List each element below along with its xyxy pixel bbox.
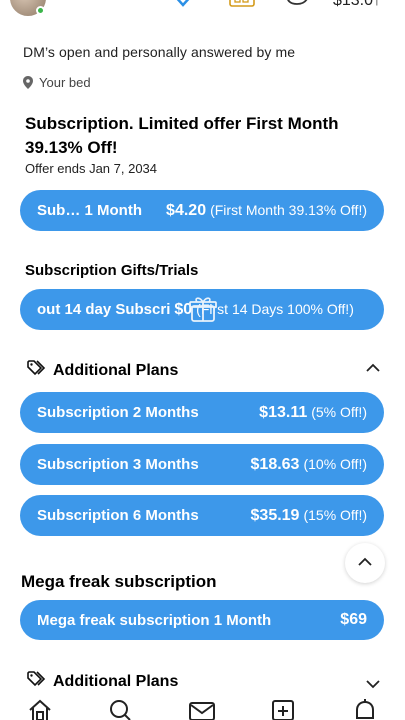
button-discount: (10% Off!) — [303, 455, 367, 472]
additional-plans-title: Additional Plans — [53, 361, 179, 379]
plan-3-months-button[interactable]: Subscription 3 Months $18.63 (10% Off!) — [20, 444, 384, 485]
tags-icon — [27, 360, 47, 381]
search-icon[interactable] — [107, 698, 133, 720]
tag-icon[interactable] — [228, 0, 256, 15]
button-discount: (First 14 Days 100% Off!) — [196, 300, 354, 317]
location-pin-icon — [23, 76, 33, 89]
button-price: $18.63 — [250, 455, 300, 473]
messages-icon[interactable] — [189, 698, 215, 720]
button-label: Subscription 3 Months — [37, 456, 199, 473]
plan-2-months-button[interactable]: Subscription 2 Months $13.11 (5% Off!) — [20, 392, 384, 433]
chevron-down-icon[interactable] — [365, 676, 381, 692]
button-price: $4.20 — [166, 201, 207, 219]
additional-plans-title-2: Additional Plans — [53, 672, 179, 690]
button-discount: (First Month 39.13% Off!) — [210, 201, 367, 218]
button-label: Subscription 2 Months — [37, 404, 199, 421]
tags-icon — [27, 671, 47, 692]
chevron-up-icon — [357, 554, 373, 572]
offer-ends: Offer ends Jan 7, 2034 — [25, 161, 158, 176]
mega-title: Mega freak subscription — [21, 572, 217, 591]
additional-plans-header[interactable]: Additional Plans — [27, 360, 178, 381]
button-price: $35.19 — [250, 506, 300, 524]
notifications-icon[interactable] — [352, 698, 378, 720]
balance-text: $13.0↑ — [332, 0, 381, 9]
gift-box-icon[interactable] — [188, 294, 218, 324]
button-price: $69 — [340, 611, 367, 628]
bottom-nav — [0, 696, 405, 720]
location-row: Your bed — [23, 75, 91, 90]
add-post-icon[interactable] — [270, 698, 296, 720]
offer-subscribe-button[interactable]: Sub… 1 Month $4.20 (First Month 39.13% Of… — [20, 190, 384, 231]
gift-icon[interactable] — [172, 0, 194, 15]
profile-bio: DM’s open and personally answered by me — [23, 44, 296, 60]
top-bar: $13.0↑ — [0, 0, 405, 22]
button-label: out 14 day Subscri — [37, 301, 171, 318]
button-price: $13.11 — [259, 403, 308, 421]
additional-plans-header-2[interactable]: Additional Plans — [27, 671, 178, 692]
button-discount: (5% Off!) — [311, 403, 367, 420]
chevron-up-icon[interactable] — [365, 360, 381, 376]
scroll-top-button[interactable] — [345, 543, 385, 583]
gifts-title: Subscription Gifts/Trials — [25, 262, 199, 279]
location-text: Your bed — [39, 75, 91, 90]
mega-subscribe-button[interactable]: Mega freak subscription 1 Month $69 — [20, 600, 384, 640]
online-status-dot — [36, 6, 45, 15]
button-label: Subscription 6 Months — [37, 507, 199, 524]
home-icon[interactable] — [27, 698, 53, 720]
button-discount: (15% Off!) — [303, 506, 367, 523]
button-label: Sub… 1 Month — [37, 202, 142, 219]
button-label: Mega freak subscription 1 Month — [37, 611, 272, 629]
plan-6-months-button[interactable]: Subscription 6 Months $35.19 (15% Off!) — [20, 495, 384, 536]
offer-title: Subscription. Limited offer First Month … — [25, 114, 339, 157]
chat-icon[interactable] — [284, 0, 310, 15]
